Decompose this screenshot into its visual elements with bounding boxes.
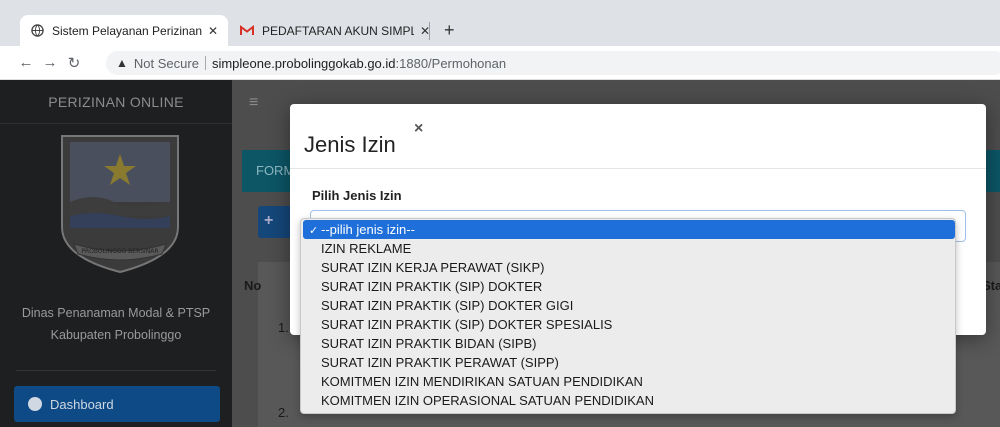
- org-line-1: Dinas Penanaman Modal & PTSP: [21, 306, 211, 320]
- tab-title: Sistem Pelayanan Perizinan On: [52, 23, 202, 38]
- dropdown-option-label: SURAT IZIN PRAKTIK (SIP) DOKTER GIGI: [321, 298, 574, 313]
- dropdown-option[interactable]: KOMITMEN IZIN MENDIRIKAN SATUAN PENDIDIK…: [301, 372, 955, 391]
- divider: [16, 370, 216, 371]
- dropdown-option[interactable]: SURAT IZIN PRAKTIK (SIP) DOKTER: [301, 277, 955, 296]
- globe-icon: [30, 24, 44, 38]
- menu-toggle-icon[interactable]: ≡: [249, 94, 258, 112]
- dropdown-option-label: KOMITMEN IZIN MENDIRIKAN SATUAN PENDIDIK…: [321, 374, 643, 389]
- modal-title: Jenis Izin: [304, 132, 396, 157]
- table-row-number: 1.: [278, 320, 289, 335]
- url-path: :1880/Permohonan: [395, 55, 507, 71]
- reload-icon[interactable]: ↻: [62, 54, 86, 72]
- field-label: Pilih Jenis Izin: [312, 188, 402, 203]
- logo-banner-text: PROBOLINGGO BERSINAR: [81, 248, 158, 255]
- sidebar-item-dashboard[interactable]: Dashboard: [14, 386, 220, 422]
- table-header-no: No: [244, 278, 262, 293]
- gmail-icon: [240, 24, 254, 38]
- dropdown-option[interactable]: ✓ --pilih jenis izin--: [303, 220, 955, 239]
- table-row-number: 2.: [278, 405, 289, 420]
- url-text: simpleone.probolinggokab.go.id:1880/Perm…: [212, 56, 506, 71]
- dropdown-option-label: SURAT IZIN PRAKTIK PERAWAT (SIPP): [321, 355, 559, 370]
- dashboard-icon: [28, 397, 42, 411]
- address-bar[interactable]: ▲ Not Secure simpleone.probolinggokab.go…: [106, 51, 1000, 75]
- dropdown-option-label: SURAT IZIN PRAKTIK (SIP) DOKTER: [321, 279, 543, 294]
- dropdown-option[interactable]: SURAT IZIN PRAKTIK BIDAN (SIPB): [301, 334, 955, 353]
- browser-tab-active[interactable]: Sistem Pelayanan Perizinan On ✕: [20, 15, 228, 46]
- back-arrow-icon[interactable]: ←: [14, 54, 38, 71]
- dropdown-option-label: --pilih jenis izin--: [321, 222, 415, 237]
- sidebar-item-label: Dashboard: [50, 396, 114, 412]
- dropdown-option[interactable]: IZIN REKLAME: [301, 239, 955, 258]
- sidebar: PERIZINAN ONLINE PROBOLINGGO BERSINAR Di…: [0, 80, 232, 427]
- url-host: simpleone.probolinggokab.go.id: [211, 55, 396, 71]
- sidebar-brand[interactable]: PERIZINAN ONLINE: [0, 80, 232, 124]
- dropdown-option[interactable]: SURAT IZIN PRAKTIK PERAWAT (SIPP): [301, 353, 955, 372]
- probolinggo-logo: PROBOLINGGO BERSINAR: [61, 135, 179, 274]
- jenis-izin-dropdown: ✓ --pilih jenis izin-- IZIN REKLAME SURAT I…: [300, 218, 956, 414]
- organization-name: Dinas Penanaman Modal & PTSP Kabupaten P…: [0, 302, 232, 346]
- dropdown-option[interactable]: KOMITMEN IZIN OPERASIONAL SATUAN PENDIDI…: [301, 391, 955, 410]
- close-icon[interactable]: ×: [414, 120, 423, 138]
- tab-separator: [429, 22, 430, 40]
- browser-tab-bar: Sistem Pelayanan Perizinan On ✕ PEDAFTAR…: [0, 0, 1000, 46]
- dropdown-option-label: SURAT IZIN PRAKTIK BIDAN (SIPB): [321, 336, 537, 351]
- divider: [204, 56, 206, 70]
- dropdown-option[interactable]: SURAT IZIN KERJA PERAWAT (SIKP): [301, 258, 955, 277]
- new-tab-button[interactable]: +: [444, 20, 455, 41]
- dropdown-option-label: KOMITMEN IZIN OPERASIONAL SATUAN PENDIDI…: [321, 393, 654, 408]
- forward-arrow-icon[interactable]: →: [38, 54, 62, 71]
- browser-tab-inactive[interactable]: PEDAFTARAN AKUN SIMPLE O ✕: [230, 15, 440, 46]
- dropdown-option[interactable]: SURAT IZIN PRAKTIK (SIP) DOKTER SPESIALI…: [301, 315, 955, 334]
- warning-icon: ▲: [116, 56, 128, 70]
- org-line-2: Kabupaten Probolinggo: [50, 328, 182, 342]
- divider: [290, 168, 986, 169]
- dropdown-option-label: IZIN REKLAME: [321, 241, 412, 256]
- dropdown-option[interactable]: SURAT IZIN PRAKTIK (SIP) DOKTER GIGI: [301, 296, 955, 315]
- security-label: Not Secure: [133, 55, 199, 71]
- close-tab-icon[interactable]: ✕: [208, 24, 218, 38]
- dropdown-option-label: SURAT IZIN KERJA PERAWAT (SIKP): [321, 260, 545, 275]
- dropdown-option-label: SURAT IZIN PRAKTIK (SIP) DOKTER SPESIALI…: [321, 317, 613, 332]
- tab-title: PEDAFTARAN AKUN SIMPLE O: [262, 23, 414, 38]
- browser-toolbar: ← → ↻ ▲ Not Secure simpleone.probolinggo…: [0, 46, 1000, 80]
